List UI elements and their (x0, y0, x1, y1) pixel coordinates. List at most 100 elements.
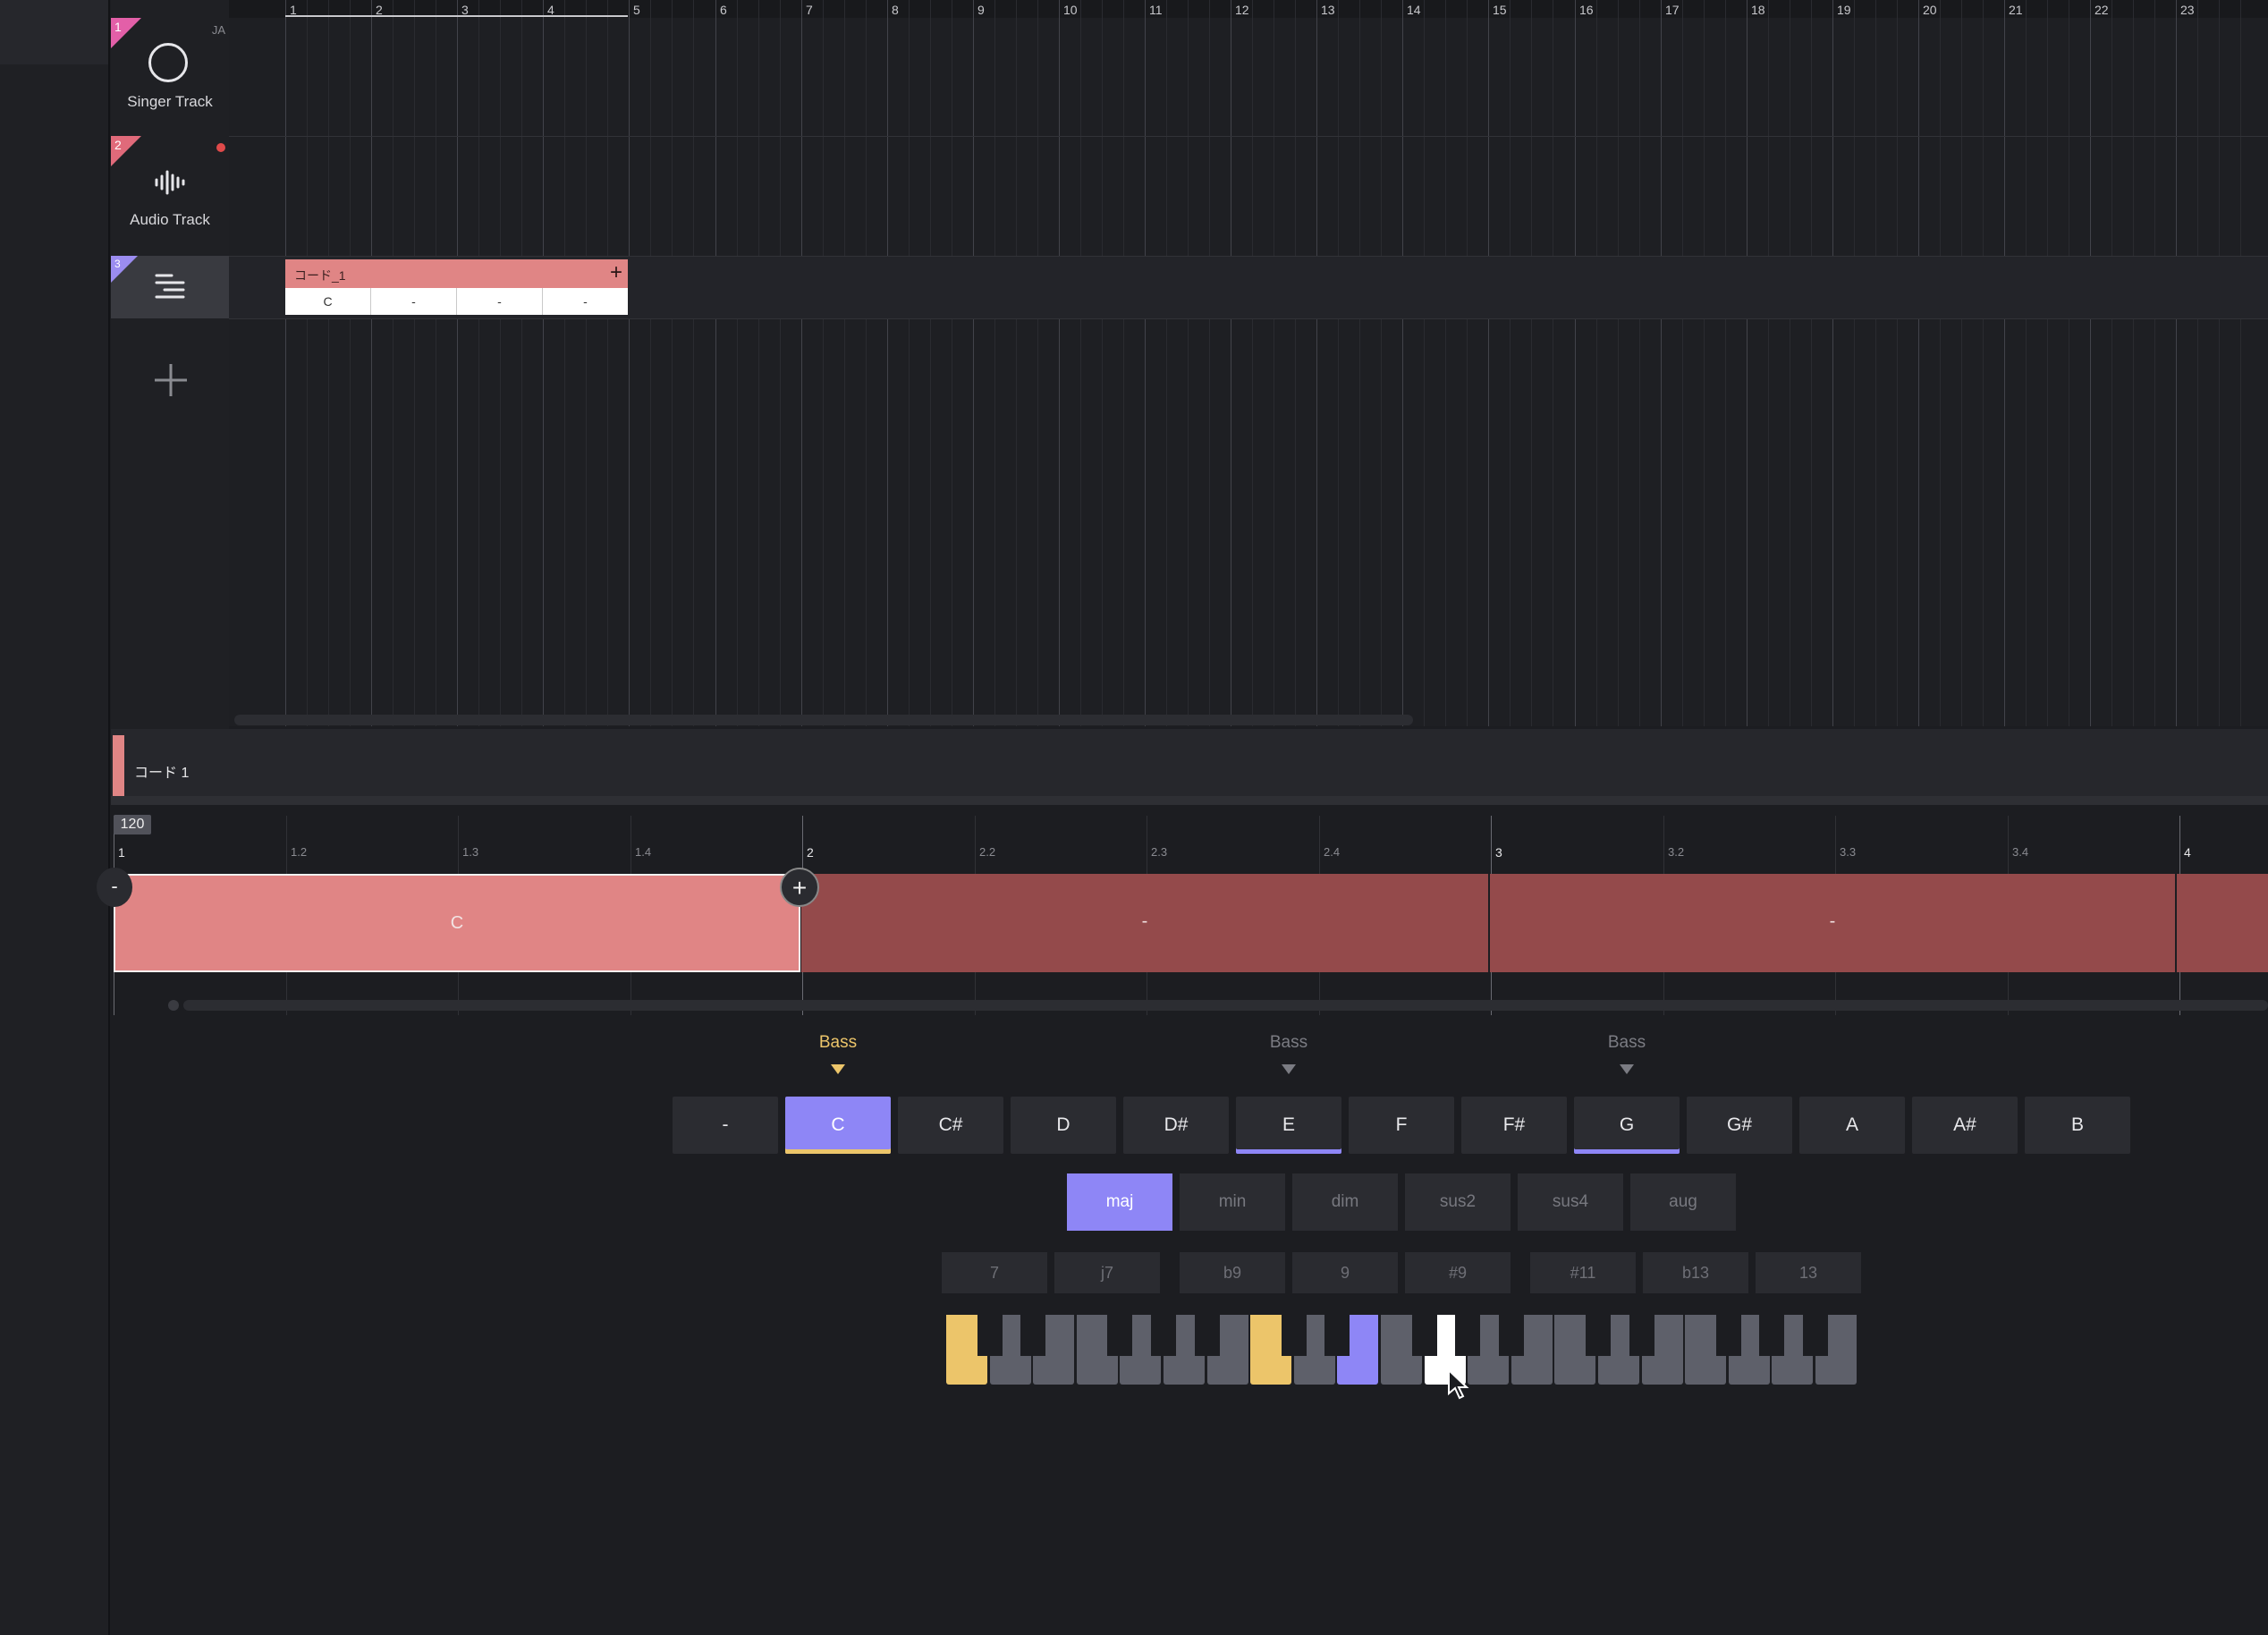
track-header-singer[interactable]: 1 JA Singer Track (111, 18, 229, 134)
beat-line (994, 0, 995, 726)
root-note-A[interactable]: A (1799, 1097, 1905, 1154)
add-chord-icon[interactable]: + (610, 260, 622, 285)
extension-13[interactable]: 13 (1756, 1252, 1861, 1293)
piano-key-black[interactable] (1020, 1315, 1045, 1356)
extension-b9[interactable]: b9 (1180, 1252, 1285, 1293)
beat-line (2133, 0, 2134, 726)
beat-line (1725, 0, 1726, 726)
record-armed-dot[interactable] (216, 143, 225, 152)
arrange-grid[interactable] (229, 0, 2268, 726)
beat-line (672, 0, 673, 726)
left-strip (0, 0, 110, 1635)
piano-key-black[interactable] (1586, 1315, 1611, 1356)
piano-key-black[interactable] (1803, 1315, 1828, 1356)
piano-key-black[interactable] (1629, 1315, 1654, 1356)
chord-edge-handle[interactable]: - (97, 868, 132, 907)
beat-line (2047, 0, 2048, 726)
beat-line (1639, 0, 1640, 726)
piano-key-black[interactable] (1324, 1315, 1350, 1356)
root-note-Asharp[interactable]: A# (1912, 1097, 2018, 1154)
beat-line (1209, 0, 1210, 726)
chord-block[interactable]: - (801, 874, 1488, 972)
beat-line (1188, 0, 1189, 726)
ruler-bar-number: 19 (1837, 3, 1851, 17)
beat-line (1016, 0, 1017, 726)
beat-line (1295, 0, 1296, 726)
ruler-bar-number: 8 (892, 3, 899, 17)
root-note-none[interactable]: - (673, 1097, 778, 1154)
piano-key-black[interactable] (1282, 1315, 1307, 1356)
region-chord-cell[interactable]: C (285, 288, 371, 315)
horizontal-scrollbar[interactable] (234, 715, 1413, 725)
root-note-C[interactable]: C (785, 1097, 891, 1154)
quality-sus2[interactable]: sus2 (1405, 1173, 1511, 1231)
extension-7[interactable]: 7 (942, 1252, 1047, 1293)
chord-block[interactable]: - (1490, 874, 2175, 972)
piano-key-black[interactable] (1151, 1315, 1176, 1356)
extension-9[interactable]: 9 (1292, 1252, 1398, 1293)
extension-sharp11[interactable]: #11 (1530, 1252, 1636, 1293)
root-note-Dsharp[interactable]: D# (1123, 1097, 1229, 1154)
beat-line (607, 0, 608, 726)
root-note-D[interactable]: D (1011, 1097, 1116, 1154)
bass-marker-icon[interactable] (1282, 1064, 1296, 1074)
extension-j7[interactable]: j7 (1054, 1252, 1160, 1293)
bar-line (371, 0, 372, 726)
track-header-audio[interactable]: 2 Audio Track (111, 136, 229, 252)
extension-sharp9[interactable]: #9 (1405, 1252, 1511, 1293)
circle-icon (148, 43, 188, 82)
chord-block[interactable] (2177, 874, 2268, 972)
piano-key-black[interactable] (1499, 1315, 1524, 1356)
piano-key-black[interactable] (1412, 1315, 1437, 1356)
root-note-Csharp[interactable]: C# (898, 1097, 1003, 1154)
tempo-badge[interactable]: 120 (114, 815, 151, 834)
beat-line (1252, 0, 1253, 726)
editor-ruler-label: 3.3 (1840, 845, 1857, 859)
root-note-B[interactable]: B (2025, 1097, 2130, 1154)
editor-scrollbar[interactable] (183, 1000, 2268, 1011)
piano-key-black[interactable] (1455, 1315, 1480, 1356)
insert-chord-button[interactable]: + (780, 868, 819, 907)
beat-line (521, 0, 522, 726)
bar-line (2090, 0, 2091, 726)
scroll-handle[interactable] (168, 1000, 179, 1011)
track-header-chord[interactable]: 3 (111, 256, 229, 318)
piano-key-black[interactable] (977, 1315, 1003, 1356)
piano-key-black[interactable] (1195, 1315, 1220, 1356)
quality-dim[interactable]: dim (1292, 1173, 1398, 1231)
plus-icon[interactable] (152, 361, 190, 399)
beat-line (2026, 0, 2027, 726)
region-chord-cell[interactable]: - (457, 288, 543, 315)
bar-line (1145, 0, 1146, 726)
bass-marker-icon[interactable] (831, 1064, 845, 1074)
root-note-F[interactable]: F (1349, 1097, 1454, 1154)
quality-sus4[interactable]: sus4 (1518, 1173, 1623, 1231)
root-note-Gsharp[interactable]: G# (1687, 1097, 1792, 1154)
piano-key-black[interactable] (1716, 1315, 1741, 1356)
bass-label: Bass (1269, 1033, 1308, 1052)
root-note-G[interactable]: G (1574, 1097, 1680, 1154)
beat-line (1897, 0, 1898, 726)
beat-line (2111, 0, 2112, 726)
region-chord-cell[interactable]: - (371, 288, 457, 315)
editor-title: コード 1 (134, 766, 190, 781)
quality-min[interactable]: min (1180, 1173, 1285, 1231)
quality-aug[interactable]: aug (1630, 1173, 1736, 1231)
beat-line (1983, 0, 1984, 726)
chord-block-selected[interactable]: C (114, 874, 800, 972)
root-note-Fsharp[interactable]: F# (1461, 1097, 1567, 1154)
loop-range[interactable] (285, 15, 628, 17)
chord-region-header[interactable]: コード_1 + (285, 259, 628, 288)
editor-ruler-label: 2.2 (979, 845, 996, 859)
waveform-icon (155, 170, 185, 195)
bass-marker-icon[interactable] (1620, 1064, 1634, 1074)
track-number: 2 (114, 138, 122, 152)
beat-line (758, 0, 759, 726)
root-note-E[interactable]: E (1236, 1097, 1341, 1154)
region-chord-cell[interactable]: - (543, 288, 628, 315)
piano-key-black[interactable] (1759, 1315, 1784, 1356)
extension-b13[interactable]: b13 (1643, 1252, 1748, 1293)
quality-maj[interactable]: maj (1067, 1173, 1172, 1231)
left-strip-tab[interactable] (0, 0, 108, 64)
piano-key-black[interactable] (1107, 1315, 1132, 1356)
